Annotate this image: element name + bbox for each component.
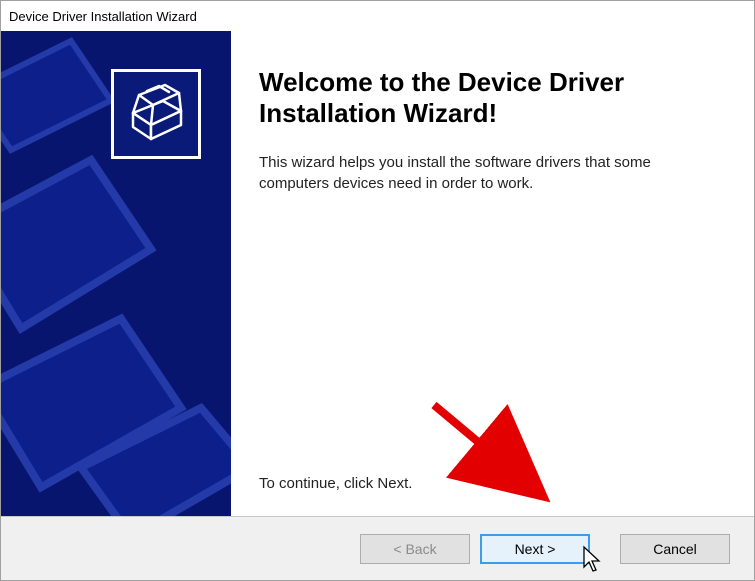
button-bar: < Back Next > Cancel	[1, 516, 754, 580]
titlebar: Device Driver Installation Wizard	[1, 1, 754, 31]
main-area: Welcome to the Device Driver Installatio…	[1, 31, 754, 516]
wizard-sidebar	[1, 31, 231, 516]
cancel-button[interactable]: Cancel	[620, 534, 730, 564]
back-button: < Back	[360, 534, 470, 564]
page-heading: Welcome to the Device Driver Installatio…	[259, 67, 726, 129]
page-description: This wizard helps you install the softwa…	[259, 153, 699, 194]
next-button[interactable]: Next >	[480, 534, 590, 564]
install-drivers-icon	[111, 69, 201, 159]
wizard-content: Welcome to the Device Driver Installatio…	[231, 31, 754, 516]
wizard-window: Device Driver Installation Wizard	[0, 0, 755, 581]
window-title: Device Driver Installation Wizard	[9, 9, 197, 24]
continue-instruction: To continue, click Next.	[259, 475, 726, 492]
